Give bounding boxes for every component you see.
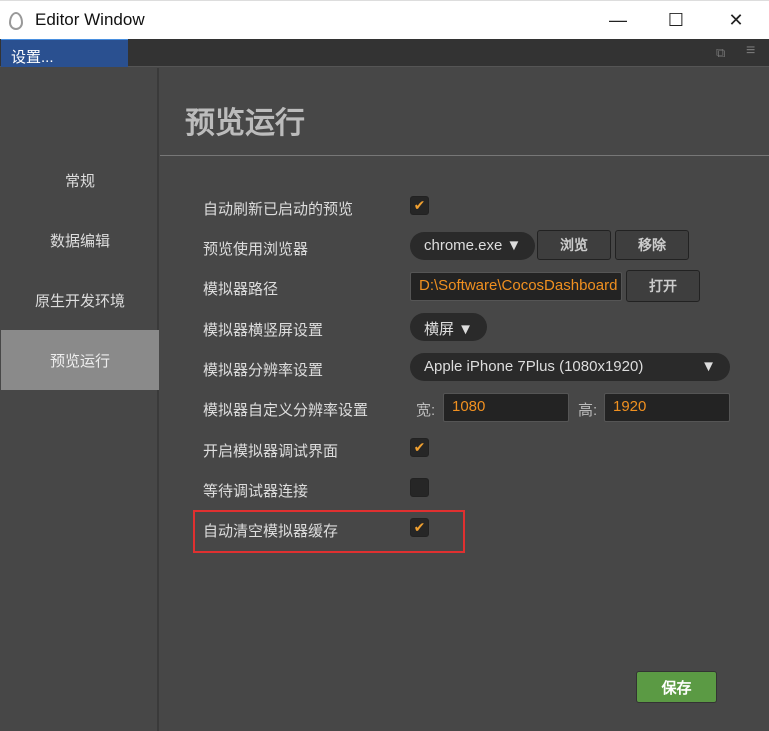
open-button[interactable]: 打开 (626, 270, 700, 302)
resolution-value: Apple iPhone 7Plus (1080x1920) (424, 358, 644, 375)
custom-res-label: 模拟器自定义分辨率设置 (203, 402, 369, 419)
wait-debugger-label: 等待调试器连接 (203, 483, 309, 500)
resolution-select[interactable]: Apple iPhone 7Plus (1080x1920) ▼ (410, 353, 730, 381)
divider (160, 155, 769, 156)
width-input[interactable]: 1080 (443, 393, 569, 422)
wait-debugger-checkbox[interactable] (410, 478, 429, 497)
height-input[interactable]: 1920 (604, 393, 730, 422)
orientation-select[interactable]: 横屏 ▼ (410, 313, 488, 341)
sim-path-input[interactable]: D:\Software\CocosDashboard (410, 272, 622, 301)
sidebar-item-native-env[interactable]: 原生开发环境 (1, 270, 159, 330)
tab-bar: 设置... ⧉ ≡ (0, 39, 769, 67)
sidebar-item-general[interactable]: 常规 (1, 150, 159, 210)
width-label: 宽: (416, 402, 436, 419)
menu-icon[interactable]: ≡ (746, 42, 755, 60)
remove-button[interactable]: 移除 (615, 230, 689, 260)
browser-label: 预览使用浏览器 (203, 241, 309, 258)
chevron-down-icon: ▼ (701, 358, 716, 375)
sidebar-item-data-edit[interactable]: 数据编辑 (1, 210, 159, 270)
auto-refresh-checkbox[interactable]: ✔ (410, 196, 429, 215)
app-logo-icon (9, 12, 23, 30)
debug-ui-label: 开启模拟器调试界面 (203, 443, 339, 460)
sim-path-label: 模拟器路径 (203, 281, 279, 298)
tab-settings[interactable]: 设置... (1, 39, 128, 67)
browser-select[interactable]: chrome.exe ▼ (410, 232, 536, 260)
sidebar-item-preview-run[interactable]: 预览运行 (1, 330, 159, 390)
browse-button[interactable]: 浏览 (537, 230, 611, 260)
close-button[interactable]: ✕ (706, 1, 766, 40)
highlight-box (193, 510, 465, 553)
height-label: 高: (578, 402, 598, 419)
save-button[interactable]: 保存 (636, 671, 717, 703)
title-bar: Editor Window — ☐ ✕ (0, 0, 769, 39)
page-title: 预览运行 (185, 107, 305, 140)
orientation-label: 模拟器横竖屏设置 (203, 322, 324, 339)
popout-icon[interactable]: ⧉ (716, 45, 725, 61)
sidebar: 常规 数据编辑 原生开发环境 预览运行 (1, 68, 159, 731)
auto-refresh-label: 自动刷新已启动的预览 (203, 201, 354, 218)
window-title: Editor Window (35, 10, 145, 29)
resolution-label: 模拟器分辨率设置 (203, 362, 324, 379)
minimize-button[interactable]: — (588, 1, 648, 40)
debug-ui-checkbox[interactable]: ✔ (410, 438, 429, 457)
maximize-button[interactable]: ☐ (646, 1, 706, 40)
